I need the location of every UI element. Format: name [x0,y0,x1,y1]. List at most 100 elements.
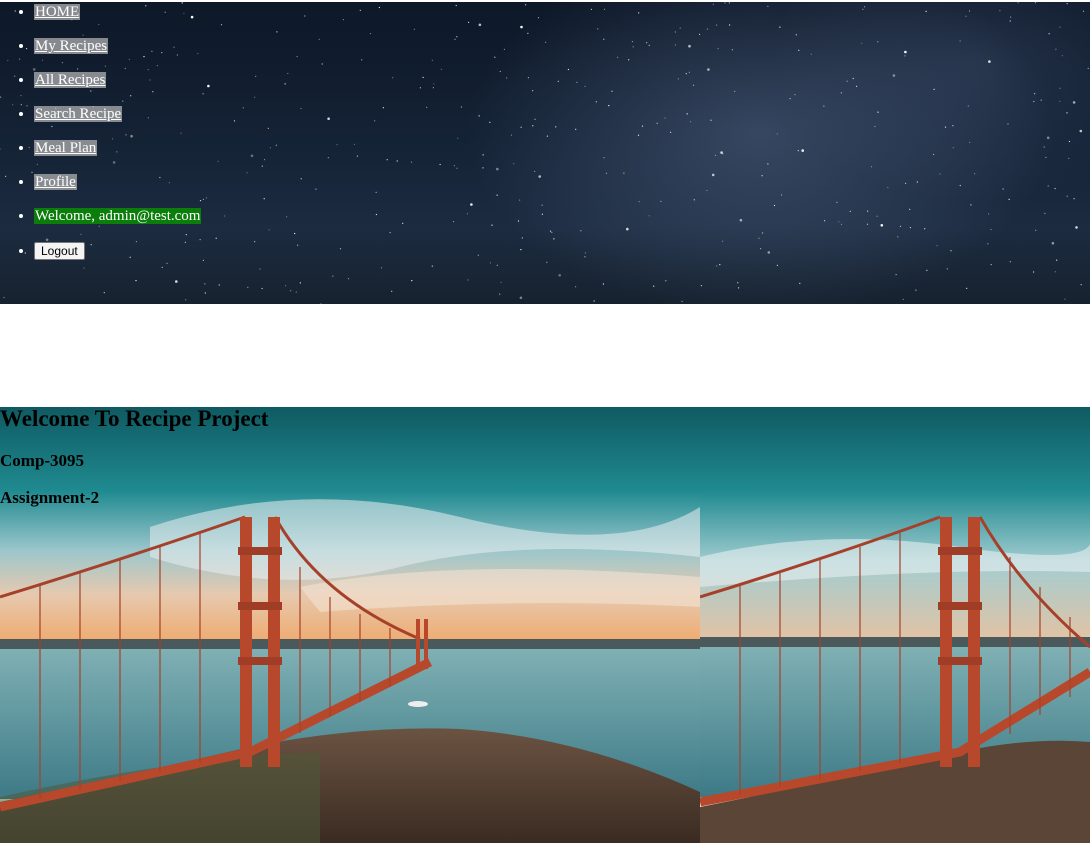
star [946,268,948,270]
nav-link-all-recipes[interactable]: All Recipes [34,72,107,88]
star [966,287,968,289]
star [300,178,302,180]
star [336,144,338,146]
nav-link-home[interactable]: HOME [34,4,81,20]
star [648,44,650,46]
star [20,95,22,97]
star [454,38,456,40]
star [14,75,16,77]
star [513,163,515,165]
star [902,298,904,300]
star [380,267,383,269]
star [557,80,559,82]
star [1055,48,1057,50]
star [24,252,26,254]
star [846,80,848,82]
star [862,8,864,10]
star [728,2,731,4]
star [1009,20,1011,22]
logout-button[interactable]: Logout [34,242,85,260]
star [1061,55,1063,57]
nav-link-search-recipe[interactable]: Search Recipe [34,106,123,122]
nav-item-search-recipe: Search Recipe [34,106,201,140]
star [1002,188,1004,190]
star [275,144,277,146]
star [653,285,655,287]
star [677,78,680,80]
star [933,88,935,90]
star [597,28,599,30]
star [892,74,896,77]
star [553,238,555,240]
star [14,10,16,12]
star [969,141,971,144]
star [1045,156,1047,158]
nav-item-logout: Logout [34,242,201,276]
star [895,274,897,276]
star [269,147,271,149]
star [909,208,911,210]
star [494,56,496,58]
star [944,126,947,128]
star [455,4,457,7]
assignment-label: Assignment-2 [0,488,100,507]
star [688,44,691,48]
star [665,280,667,282]
star [939,173,941,175]
star [532,125,534,127]
star [952,125,954,127]
star [375,191,377,193]
star [320,303,322,304]
star [1068,157,1070,159]
star [632,46,634,48]
nav-link-my-recipes[interactable]: My Recipes [34,38,109,54]
star [761,175,763,177]
star [290,290,292,292]
nav-link-profile[interactable]: Profile [34,174,77,190]
star [202,259,204,261]
star [700,285,703,287]
nav-item-meal-plan: Meal Plan [34,140,201,174]
star [220,24,223,26]
star [1009,261,1011,263]
star [933,153,935,156]
star [603,8,606,10]
star [468,21,470,23]
star [836,201,838,203]
star [1033,100,1035,103]
star [339,248,342,250]
star [880,224,884,227]
star [990,228,992,231]
star [1056,259,1058,261]
star [1048,33,1050,35]
star [185,299,187,301]
star [584,85,586,87]
star [690,121,692,123]
star [224,215,226,217]
star [1066,195,1068,197]
star [1079,129,1083,133]
star [242,107,244,109]
star [722,153,724,155]
star [965,15,967,17]
star [453,165,455,167]
star [692,84,695,86]
course-code: Comp-3095 [0,451,85,470]
star [1066,3,1068,5]
star [638,201,640,203]
star [988,213,990,215]
star [1082,10,1085,12]
star [375,213,377,216]
star [374,120,376,122]
star [175,280,178,283]
star [988,60,991,63]
star [1072,101,1076,104]
star [489,262,491,264]
star [419,87,421,89]
star [254,241,256,243]
star [773,204,776,207]
page-title: Welcome To Recipe Project [0,407,269,431]
nav-link-meal-plan[interactable]: Meal Plan [34,140,98,156]
main-nav: HOME My Recipes All Recipes Search Recip… [34,4,202,276]
star [204,292,206,294]
